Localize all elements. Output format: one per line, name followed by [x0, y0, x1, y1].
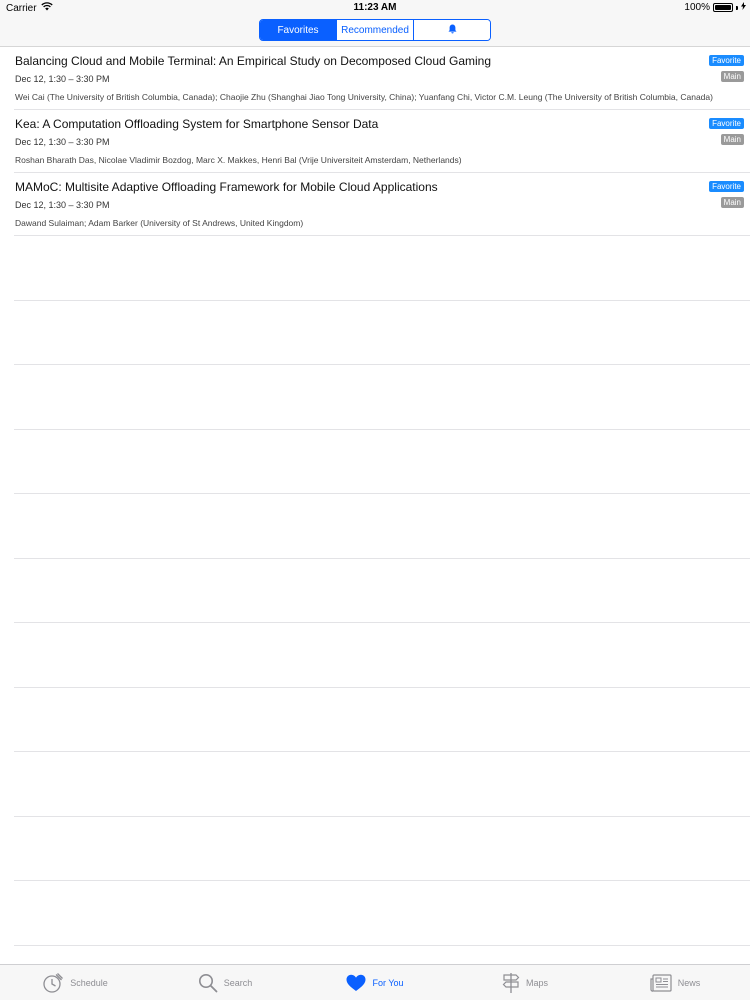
session-list: Balancing Cloud and Mobile Terminal: An … [0, 47, 750, 946]
main-badge: Main [720, 134, 744, 145]
charging-icon [741, 2, 746, 13]
empty-row [14, 688, 750, 752]
session-row[interactable]: Kea: A Computation Offloading System for… [14, 110, 750, 173]
bell-icon [448, 24, 457, 37]
session-row[interactable]: Balancing Cloud and Mobile Terminal: An … [14, 47, 750, 110]
tab-for-you[interactable]: For You [300, 965, 450, 1000]
segmented-control: Favorites Recommended [259, 19, 491, 41]
empty-row [14, 752, 750, 817]
tab-bar: Schedule Search For You Maps News [0, 964, 750, 1000]
newspaper-icon [650, 973, 672, 992]
segment-recommended-label: Recommended [341, 24, 409, 36]
favorite-badge: Favorite [709, 118, 744, 129]
tab-schedule-label: Schedule [70, 977, 108, 988]
tab-news-label: News [677, 977, 701, 988]
battery-fill [715, 5, 731, 10]
session-row[interactable]: MAMoC: Multisite Adaptive Offloading Fra… [14, 173, 750, 236]
clock-icon [42, 972, 64, 994]
tab-search[interactable]: Search [150, 965, 300, 1000]
main-badge: Main [720, 197, 744, 208]
favorite-badge: Favorite [709, 181, 744, 192]
session-authors: Roshan Bharath Das, Nicolae Vladimir Boz… [15, 155, 462, 165]
session-title: MAMoC: Multisite Adaptive Offloading Fra… [15, 180, 438, 194]
segment-favorites[interactable]: Favorites [260, 20, 337, 40]
session-time: Dec 12, 1:30 – 3:30 PM [15, 200, 110, 210]
status-time: 11:23 AM [353, 2, 397, 13]
search-icon [198, 973, 218, 993]
favorite-badge: Favorite [709, 55, 744, 66]
battery-icon [713, 3, 733, 12]
empty-row [14, 623, 750, 688]
session-authors: Dawand Sulaiman; Adam Barker (University… [15, 218, 304, 228]
session-authors: Wei Cai (The University of British Colum… [15, 92, 713, 102]
battery-percent: 100% [684, 2, 710, 13]
status-bar: Carrier 11:23 AM 100% [0, 0, 750, 16]
session-time: Dec 12, 1:30 – 3:30 PM [15, 74, 110, 84]
tab-for-you-label: For You [372, 977, 404, 988]
tab-schedule[interactable]: Schedule [0, 965, 150, 1000]
empty-row [14, 365, 750, 430]
heart-icon [346, 974, 366, 992]
empty-row [14, 494, 750, 559]
empty-row [14, 430, 750, 494]
segment-notifications[interactable] [414, 20, 490, 40]
session-time: Dec 12, 1:30 – 3:30 PM [15, 137, 110, 147]
empty-row [14, 236, 750, 301]
empty-row [14, 817, 750, 881]
session-title: Balancing Cloud and Mobile Terminal: An … [15, 54, 492, 68]
segment-recommended[interactable]: Recommended [337, 20, 414, 40]
status-right: 100% [684, 2, 746, 13]
segment-favorites-label: Favorites [277, 24, 319, 36]
tab-maps[interactable]: Maps [450, 965, 600, 1000]
session-title: Kea: A Computation Offloading System for… [15, 117, 379, 131]
tab-news[interactable]: News [600, 965, 750, 1000]
empty-row [14, 881, 750, 946]
battery-cap [736, 5, 738, 10]
tab-maps-label: Maps [525, 977, 548, 988]
signpost-icon [502, 972, 520, 994]
main-badge: Main [720, 71, 744, 82]
empty-row [14, 301, 750, 365]
tab-search-label: Search [223, 977, 253, 988]
empty-row [14, 559, 750, 623]
nav-bar: Favorites Recommended [0, 16, 750, 47]
